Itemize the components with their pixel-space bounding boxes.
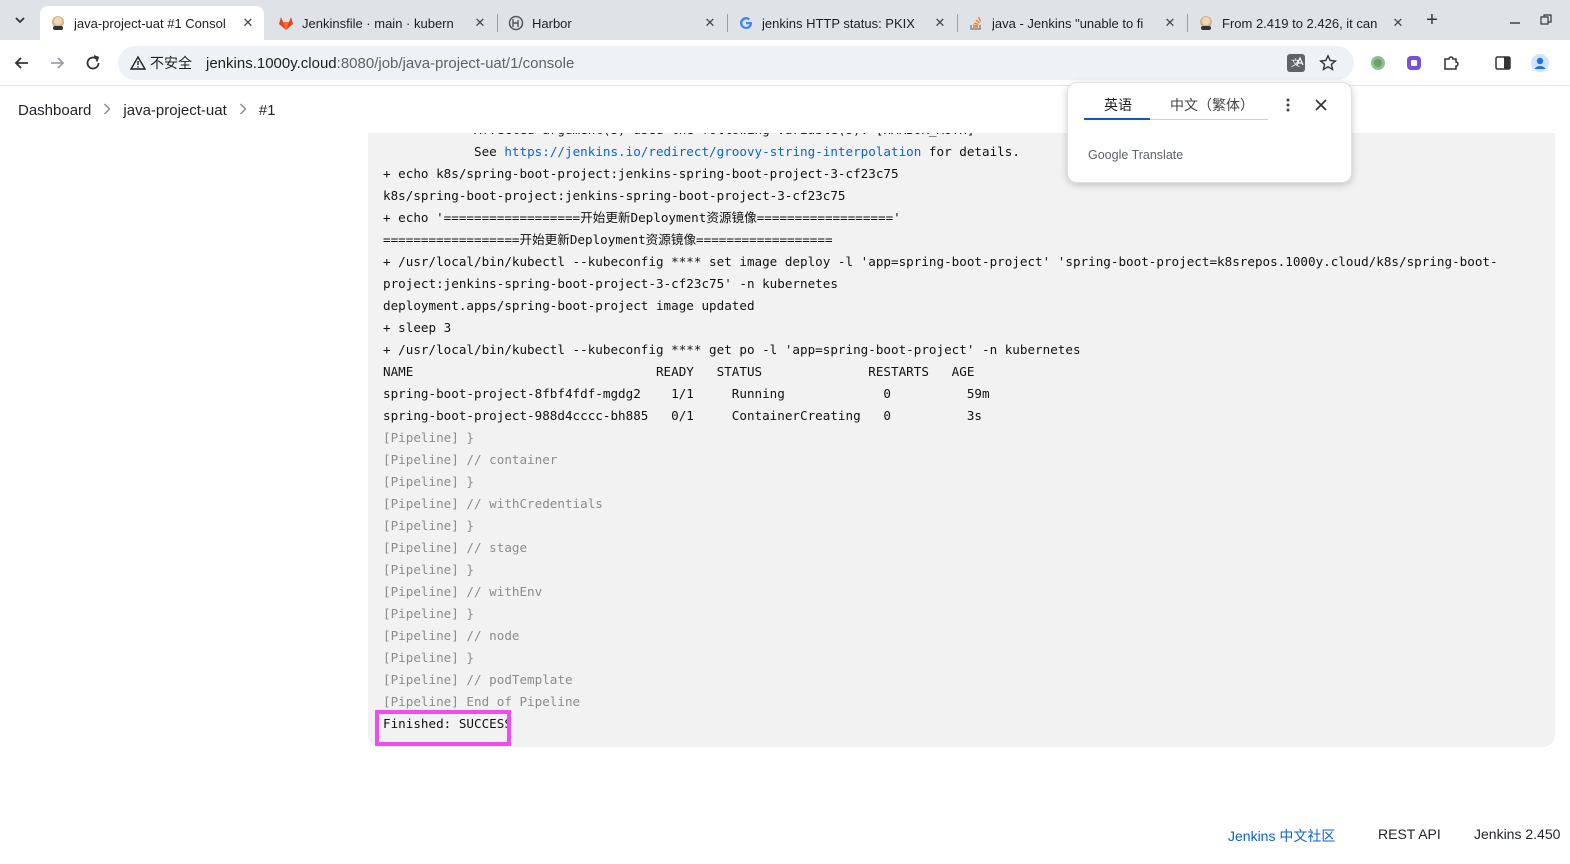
address-bar[interactable]: 不安全 jenkins.1000y.cloud:8080/job/java-pr… — [118, 46, 1354, 80]
pipeline-line: [Pipeline] End of Pipeline — [383, 694, 581, 709]
restore-icon[interactable] — [1534, 8, 1558, 32]
translate-icon[interactable]: 文 — [1284, 51, 1308, 75]
pipeline-line: [Pipeline] } — [383, 606, 474, 621]
console-line: k8s/spring-boot-project:jenkins-spring-b… — [383, 188, 846, 203]
translate-source-lang[interactable]: 英语 — [1104, 95, 1132, 115]
breadcrumb-job[interactable]: java-project-uat — [123, 102, 226, 119]
tab-title: Jenkinsfile · main · kubern — [302, 15, 454, 31]
finished-highlight-box — [375, 710, 511, 746]
tab-close-icon[interactable]: ✕ — [1162, 15, 1178, 31]
console-line: + sleep 3 — [383, 320, 452, 335]
console-line: NAME READY STATUS RESTARTS AGE — [383, 364, 975, 379]
tab-search-icon[interactable] — [8, 8, 32, 32]
bookmark-star-icon[interactable] — [1316, 51, 1340, 75]
console-see-prefix: See — [383, 144, 505, 159]
brand-translate: Translate — [1131, 148, 1184, 162]
translate-tab-divider — [1150, 119, 1268, 120]
stackoverflow-favicon-icon — [968, 15, 984, 31]
side-panel-icon[interactable] — [1491, 51, 1515, 75]
profile-avatar-icon[interactable] — [1528, 51, 1552, 75]
groovy-interpolation-link[interactable]: https://jenkins.io/redirect/groovy-strin… — [504, 144, 921, 159]
tab-title: Harbor — [532, 15, 572, 31]
chevron-right-icon — [103, 102, 111, 118]
tab-close-icon[interactable]: ✕ — [1390, 15, 1406, 31]
chevron-right-icon — [239, 102, 247, 118]
tab-close-icon[interactable]: ✕ — [472, 15, 488, 31]
pipeline-line: [Pipeline] // podTemplate — [383, 672, 573, 687]
tab-close-icon[interactable]: ✕ — [932, 15, 948, 31]
new-tab-button[interactable]: + — [1420, 8, 1444, 32]
browser-toolbar: 不安全 jenkins.1000y.cloud:8080/job/java-pr… — [0, 40, 1570, 86]
tab-title: jenkins HTTP status: PKIX — [762, 15, 915, 31]
pipeline-line: [Pipeline] } — [383, 650, 474, 665]
minimize-icon[interactable] — [1503, 8, 1527, 32]
url-host: jenkins.1000y.cloud — [206, 54, 337, 72]
console-line: + /usr/local/bin/kubectl --kubeconfig **… — [383, 254, 1498, 291]
tab-jenkinsfile[interactable]: Jenkinsfile · main · kubern ✕ — [268, 6, 496, 40]
finished-status: Finished: SUCCESS — [383, 716, 512, 731]
console-line: spring-boot-project-988d4cccc-bh885 0/1 … — [383, 408, 982, 423]
close-icon[interactable] — [1311, 95, 1331, 115]
console-text: Affected argument(s) used the following … — [383, 119, 1535, 735]
pipeline-line: [Pipeline] // withCredentials — [383, 496, 603, 511]
extensions-puzzle-icon[interactable] — [1439, 51, 1463, 75]
jenkins-favicon-icon — [50, 15, 66, 31]
url-path: :8080/job/java-project-uat/1/console — [336, 54, 575, 72]
tab-close-icon[interactable]: ✕ — [240, 15, 256, 31]
gitlab-favicon-icon — [278, 15, 294, 31]
footer-community-link[interactable]: Jenkins 中文社区 — [1228, 826, 1335, 846]
tab-jenkins-upgrade[interactable]: From 2.419 to 2.426, it can ✕ — [1188, 6, 1414, 40]
security-label: 不安全 — [150, 55, 192, 71]
footer-rest-api-link[interactable]: REST API — [1378, 826, 1441, 842]
breadcrumb-build[interactable]: #1 — [259, 102, 276, 119]
jenkins-favicon-icon — [1198, 15, 1214, 31]
extension-circle-icon[interactable] — [1366, 51, 1390, 75]
pipeline-line: [Pipeline] } — [383, 562, 474, 577]
tab-close-icon[interactable]: ✕ — [702, 15, 718, 31]
console-line: + echo k8s/spring-boot-project:jenkins-s… — [383, 166, 899, 181]
google-translate-brand: Google Translate — [1088, 148, 1183, 162]
pipeline-line: [Pipeline] } — [383, 474, 474, 489]
console-line: deployment.apps/spring-boot-project imag… — [383, 298, 755, 313]
warning-icon — [130, 55, 146, 70]
reload-icon[interactable] — [80, 50, 106, 76]
pipeline-line: [Pipeline] } — [383, 518, 474, 533]
console-see-suffix: for details. — [921, 144, 1020, 159]
more-options-icon[interactable] — [1278, 95, 1298, 115]
console-output: Affected argument(s) used the following … — [368, 88, 1555, 747]
tab-title: java - Jenkins "unable to fi — [992, 15, 1144, 31]
tab-console[interactable]: java-project-uat #1 Consol ✕ — [40, 6, 264, 40]
back-icon[interactable] — [9, 50, 35, 76]
brand-google: Google — [1088, 148, 1129, 162]
pipeline-line: [Pipeline] // withEnv — [383, 584, 543, 599]
console-line: spring-boot-project-8fbf4fdf-mgdg2 1/1 R… — [383, 386, 990, 401]
pipeline-line: [Pipeline] // node — [383, 628, 520, 643]
tab-harbor[interactable]: Harbor ✕ — [498, 6, 726, 40]
url-text: jenkins.1000y.cloud:8080/job/java-projec… — [206, 55, 574, 72]
console-line: ==================开始更新Deployment资源镜像====… — [383, 232, 833, 247]
pipeline-line: [Pipeline] // stage — [383, 540, 528, 555]
console-line: + echo '==================开始更新Deployment… — [383, 210, 901, 225]
tab-google-search[interactable]: jenkins HTTP status: PKIX ✕ — [728, 6, 956, 40]
pipeline-line: [Pipeline] } — [383, 430, 474, 445]
harbor-favicon-icon — [508, 15, 524, 31]
console-line: See https://jenkins.io/redirect/groovy-s… — [383, 141, 1535, 163]
security-indicator[interactable]: 不安全 — [130, 53, 192, 73]
footer-version-link[interactable]: Jenkins 2.450 — [1474, 826, 1560, 842]
translate-popup: 英语 中文（繁体） Google Translate — [1067, 82, 1352, 183]
forward-icon[interactable] — [44, 50, 70, 76]
tab-stackoverflow[interactable]: java - Jenkins "unable to fi ✕ — [958, 6, 1186, 40]
pipeline-line: [Pipeline] // container — [383, 452, 558, 467]
extension-purple-icon[interactable] — [1402, 51, 1426, 75]
tab-strip: java-project-uat #1 Consol ✕ Jenkinsfile… — [0, 0, 1570, 40]
translate-target-lang[interactable]: 中文（繁体） — [1170, 95, 1254, 115]
translate-tab-indicator — [1084, 118, 1150, 120]
google-favicon-icon — [738, 15, 754, 31]
breadcrumb-dashboard[interactable]: Dashboard — [18, 102, 91, 119]
tab-title: From 2.419 to 2.426, it can — [1222, 15, 1378, 31]
console-line: + /usr/local/bin/kubectl --kubeconfig **… — [383, 342, 1081, 357]
tab-title: java-project-uat #1 Consol — [74, 15, 226, 31]
